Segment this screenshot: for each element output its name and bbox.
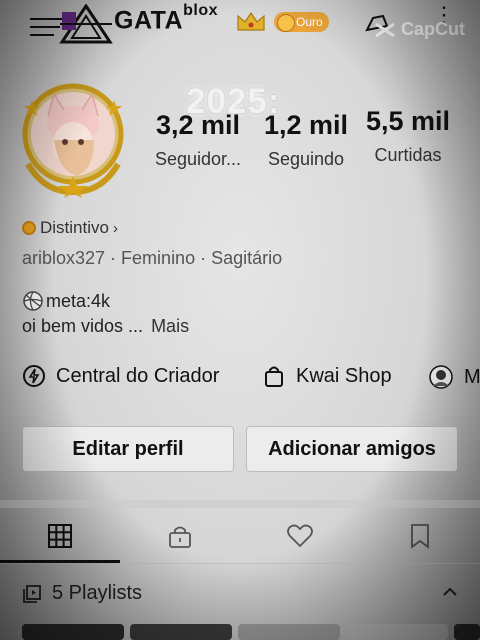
shortcut-label: Central do Criador <box>56 364 220 387</box>
lock-icon <box>169 526 191 548</box>
crown-icon <box>236 10 266 38</box>
capcut-watermark: CapCut <box>374 19 465 40</box>
tier-badge-label: Ouro <box>296 15 323 29</box>
stat-label: Seguindo <box>267 149 345 169</box>
top-bar: GATAblox Ouro ⋮ CapCut <box>0 0 480 50</box>
avatar-icon <box>429 365 453 389</box>
shortcut-label: Kwai Shop <box>296 364 392 387</box>
avatar[interactable] <box>14 80 132 198</box>
bio-text-2: oi bem vidos ... <box>22 316 144 336</box>
stat-label: Curtidas <box>374 145 442 165</box>
add-friends-button[interactable]: Adicionar amigos <box>246 426 458 472</box>
shortcut-kwai-shop[interactable]: Kwai Shop <box>262 364 392 388</box>
shopping-bag-icon <box>265 366 283 387</box>
playlists-header[interactable]: 5 Playlists <box>22 582 142 605</box>
bio-line-1: meta:4k <box>22 290 110 312</box>
bio-more-link[interactable]: Mais <box>151 316 189 336</box>
tab-saved[interactable] <box>360 508 480 564</box>
tab-likes[interactable] <box>240 508 360 564</box>
brand-sup: blox <box>183 2 219 19</box>
profile-meta: ariblox327 · Feminino · Sagitário <box>22 248 283 268</box>
playlists-label: 5 Playlists <box>52 582 143 604</box>
tab-grid[interactable] <box>0 508 120 564</box>
coin-icon <box>277 14 295 32</box>
shortcut-more[interactable]: M <box>428 364 480 390</box>
logo-icon <box>59 4 113 44</box>
playlist-thumbnail[interactable] <box>454 624 480 640</box>
content-tabs <box>0 508 480 564</box>
bio-line-2: oi bem vidos ... Mais <box>22 316 189 337</box>
shortcut-creator-center[interactable]: Central do Criador <box>22 364 219 388</box>
playlist-thumbnail[interactable] <box>22 624 124 640</box>
badge-icon <box>22 221 36 235</box>
badge-link[interactable]: Distintivo › <box>22 218 118 238</box>
tabs-border <box>0 563 480 564</box>
bookmark-icon <box>411 524 429 549</box>
stat-likes[interactable]: 5,5 mil Curtidas <box>358 106 458 166</box>
heart-icon <box>287 524 313 548</box>
shortcut-label: M <box>464 365 480 388</box>
edit-profile-button[interactable]: Editar perfil <box>22 426 234 472</box>
capcut-logo-icon <box>375 22 395 37</box>
bio-text-1: meta:4k <box>46 290 111 311</box>
lightning-icon <box>23 365 45 387</box>
stat-value: 5,5 mil <box>365 106 451 136</box>
stat-following[interactable]: 1,2 mil Seguindo <box>256 110 356 170</box>
stat-value: 1,2 mil <box>263 110 349 140</box>
stat-label: Seguidor... <box>154 149 242 169</box>
tier-badge[interactable]: Ouro <box>274 12 329 32</box>
tab-private[interactable] <box>120 508 240 564</box>
volleyball-icon <box>23 291 43 311</box>
profile-screen: GATAblox Ouro ⋮ CapCut 2025: 3,2 mil Seg… <box>0 0 480 640</box>
brand-title: GATAblox <box>114 2 219 35</box>
capcut-label: CapCut <box>401 19 465 39</box>
playlist-thumbnail[interactable] <box>346 624 448 640</box>
stat-value: 3,2 mil <box>155 110 241 140</box>
section-divider <box>0 500 480 508</box>
chevron-up-icon[interactable] <box>440 582 460 602</box>
playlist-thumbnail[interactable] <box>130 624 232 640</box>
badge-label: Distintivo <box>40 218 109 237</box>
chevron-right-icon: › <box>112 219 118 237</box>
stat-followers[interactable]: 3,2 mil Seguidor... <box>148 110 248 170</box>
playlist-icon <box>23 584 41 603</box>
grid-icon <box>48 524 72 548</box>
playlist-thumbnail[interactable] <box>238 624 340 640</box>
